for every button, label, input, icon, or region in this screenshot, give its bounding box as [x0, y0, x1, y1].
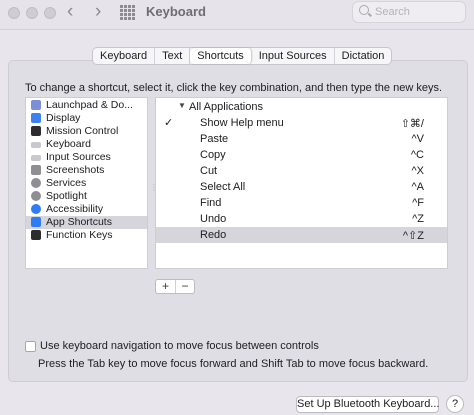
tab-text[interactable]: Text: [155, 48, 191, 64]
shortcut-keys[interactable]: ^⇧Z: [403, 229, 424, 242]
shortcut-name: Copy: [200, 149, 226, 161]
shortcut-keys[interactable]: ^Z: [412, 213, 424, 225]
shortcut-row[interactable]: Undo ^Z: [156, 211, 447, 227]
category-item-accessibility[interactable]: Accessibility: [26, 203, 147, 216]
launchpad-icon: [31, 100, 41, 110]
category-label: Function Keys: [46, 229, 113, 241]
category-item-function-keys[interactable]: Function Keys: [26, 229, 147, 242]
category-item-screenshots[interactable]: Screenshots: [26, 164, 147, 177]
shortcut-list: ▼ All Applications ✓ Show Help menu ⇧⌘/ …: [155, 97, 448, 269]
shortcut-keys[interactable]: ^A: [412, 181, 425, 193]
category-label: Launchpad & Do...: [46, 99, 133, 111]
shortcut-name: Select All: [200, 181, 246, 193]
add-shortcut-button[interactable]: +: [156, 280, 175, 293]
title-bar: ‹ › Keyboard Search: [0, 0, 474, 30]
accessibility-icon: [31, 204, 41, 214]
category-label: Accessibility: [46, 203, 104, 215]
category-label: Mission Control: [46, 125, 119, 137]
shortcut-row[interactable]: ✓ Show Help menu ⇧⌘/: [156, 115, 447, 131]
shortcut-group-row[interactable]: ▼ All Applications: [156, 99, 447, 115]
category-list: Launchpad & Do... Display Mission Contro…: [25, 97, 148, 269]
category-item-keyboard[interactable]: Keyboard: [26, 138, 147, 151]
search-field[interactable]: Search: [352, 1, 466, 23]
spotlight-icon: [31, 191, 41, 201]
minimize-window-button[interactable]: [26, 7, 38, 19]
shortcut-keys[interactable]: ^C: [411, 149, 424, 161]
category-item-services[interactable]: Services: [26, 177, 147, 190]
shortcut-keys[interactable]: ⇧⌘/: [401, 117, 424, 130]
category-item-mission-control[interactable]: Mission Control: [26, 125, 147, 138]
forward-arrow-icon[interactable]: ›: [95, 2, 101, 22]
chevron-down-icon[interactable]: ▼: [178, 101, 186, 110]
search-placeholder: Search: [375, 6, 410, 18]
tab-keyboard[interactable]: Keyboard: [93, 48, 156, 64]
category-label: Spotlight: [46, 190, 87, 202]
shortcut-row[interactable]: Copy ^C: [156, 147, 447, 163]
shortcut-keys[interactable]: ^X: [412, 165, 425, 177]
category-label: Screenshots: [46, 164, 105, 176]
category-item-display[interactable]: Display: [26, 112, 147, 125]
shortcut-name: Redo: [200, 229, 227, 241]
shortcut-row[interactable]: Cut ^X: [156, 163, 447, 179]
search-icon: [359, 5, 369, 15]
window-title: Keyboard: [146, 4, 206, 19]
input-sources-icon: [31, 155, 41, 161]
services-icon: [31, 178, 41, 188]
keyboard-icon: [31, 142, 41, 148]
app-shortcuts-icon: [31, 217, 41, 227]
tab-bar: Keyboard Text Shortcuts Input Sources Di…: [92, 47, 393, 65]
help-button[interactable]: ?: [446, 395, 464, 413]
function-keys-icon: [31, 230, 41, 240]
shortcut-row[interactable]: Redo ^⇧Z: [156, 227, 447, 243]
keyboard-navigation-label[interactable]: Use keyboard navigation to move focus be…: [40, 340, 319, 352]
screenshots-icon: [31, 165, 41, 175]
add-remove-control: + −: [155, 279, 195, 294]
set-up-bluetooth-keyboard-button[interactable]: Set Up Bluetooth Keyboard...: [296, 396, 439, 413]
checkmark-icon[interactable]: ✓: [164, 116, 173, 129]
category-label: Input Sources: [46, 151, 111, 163]
category-item-input-sources[interactable]: Input Sources: [26, 151, 147, 164]
display-icon: [31, 113, 41, 123]
shortcut-row[interactable]: Select All ^A: [156, 179, 447, 195]
shortcut-name: Paste: [200, 133, 229, 145]
category-label: Services: [46, 177, 87, 189]
category-item-launchpad[interactable]: Launchpad & Do...: [26, 99, 147, 112]
zoom-window-button[interactable]: [44, 7, 56, 19]
category-item-app-shortcuts[interactable]: App Shortcuts: [26, 216, 147, 229]
shortcut-keys[interactable]: ^V: [412, 133, 425, 145]
shortcut-name: Undo: [200, 213, 227, 225]
tab-input-sources[interactable]: Input Sources: [252, 48, 335, 64]
shortcut-name: Show Help menu: [200, 117, 284, 129]
keyboard-navigation-checkbox[interactable]: [25, 341, 36, 352]
category-label: App Shortcuts: [46, 216, 112, 228]
tab-dictation[interactable]: Dictation: [335, 48, 392, 64]
category-label: Keyboard: [46, 138, 91, 150]
show-all-grid-icon[interactable]: [120, 5, 135, 20]
tab-shortcuts[interactable]: Shortcuts: [190, 48, 252, 64]
shortcut-keys[interactable]: ^F: [412, 197, 424, 209]
shortcut-name: Cut: [200, 165, 218, 177]
shortcut-name: Find: [200, 197, 222, 209]
mission-control-icon: [31, 126, 41, 136]
group-label: All Applications: [189, 101, 263, 113]
instructions-text: To change a shortcut, select it, click t…: [25, 82, 443, 94]
category-item-spotlight[interactable]: Spotlight: [26, 190, 147, 203]
back-arrow-icon[interactable]: ‹: [67, 2, 73, 22]
remove-shortcut-button[interactable]: −: [175, 280, 194, 293]
shortcut-row[interactable]: Find ^F: [156, 195, 447, 211]
category-label: Display: [46, 112, 81, 124]
close-window-button[interactable]: [8, 7, 20, 19]
shortcut-row[interactable]: Paste ^V: [156, 131, 447, 147]
keyboard-navigation-hint: Press the Tab key to move focus forward …: [38, 358, 429, 370]
